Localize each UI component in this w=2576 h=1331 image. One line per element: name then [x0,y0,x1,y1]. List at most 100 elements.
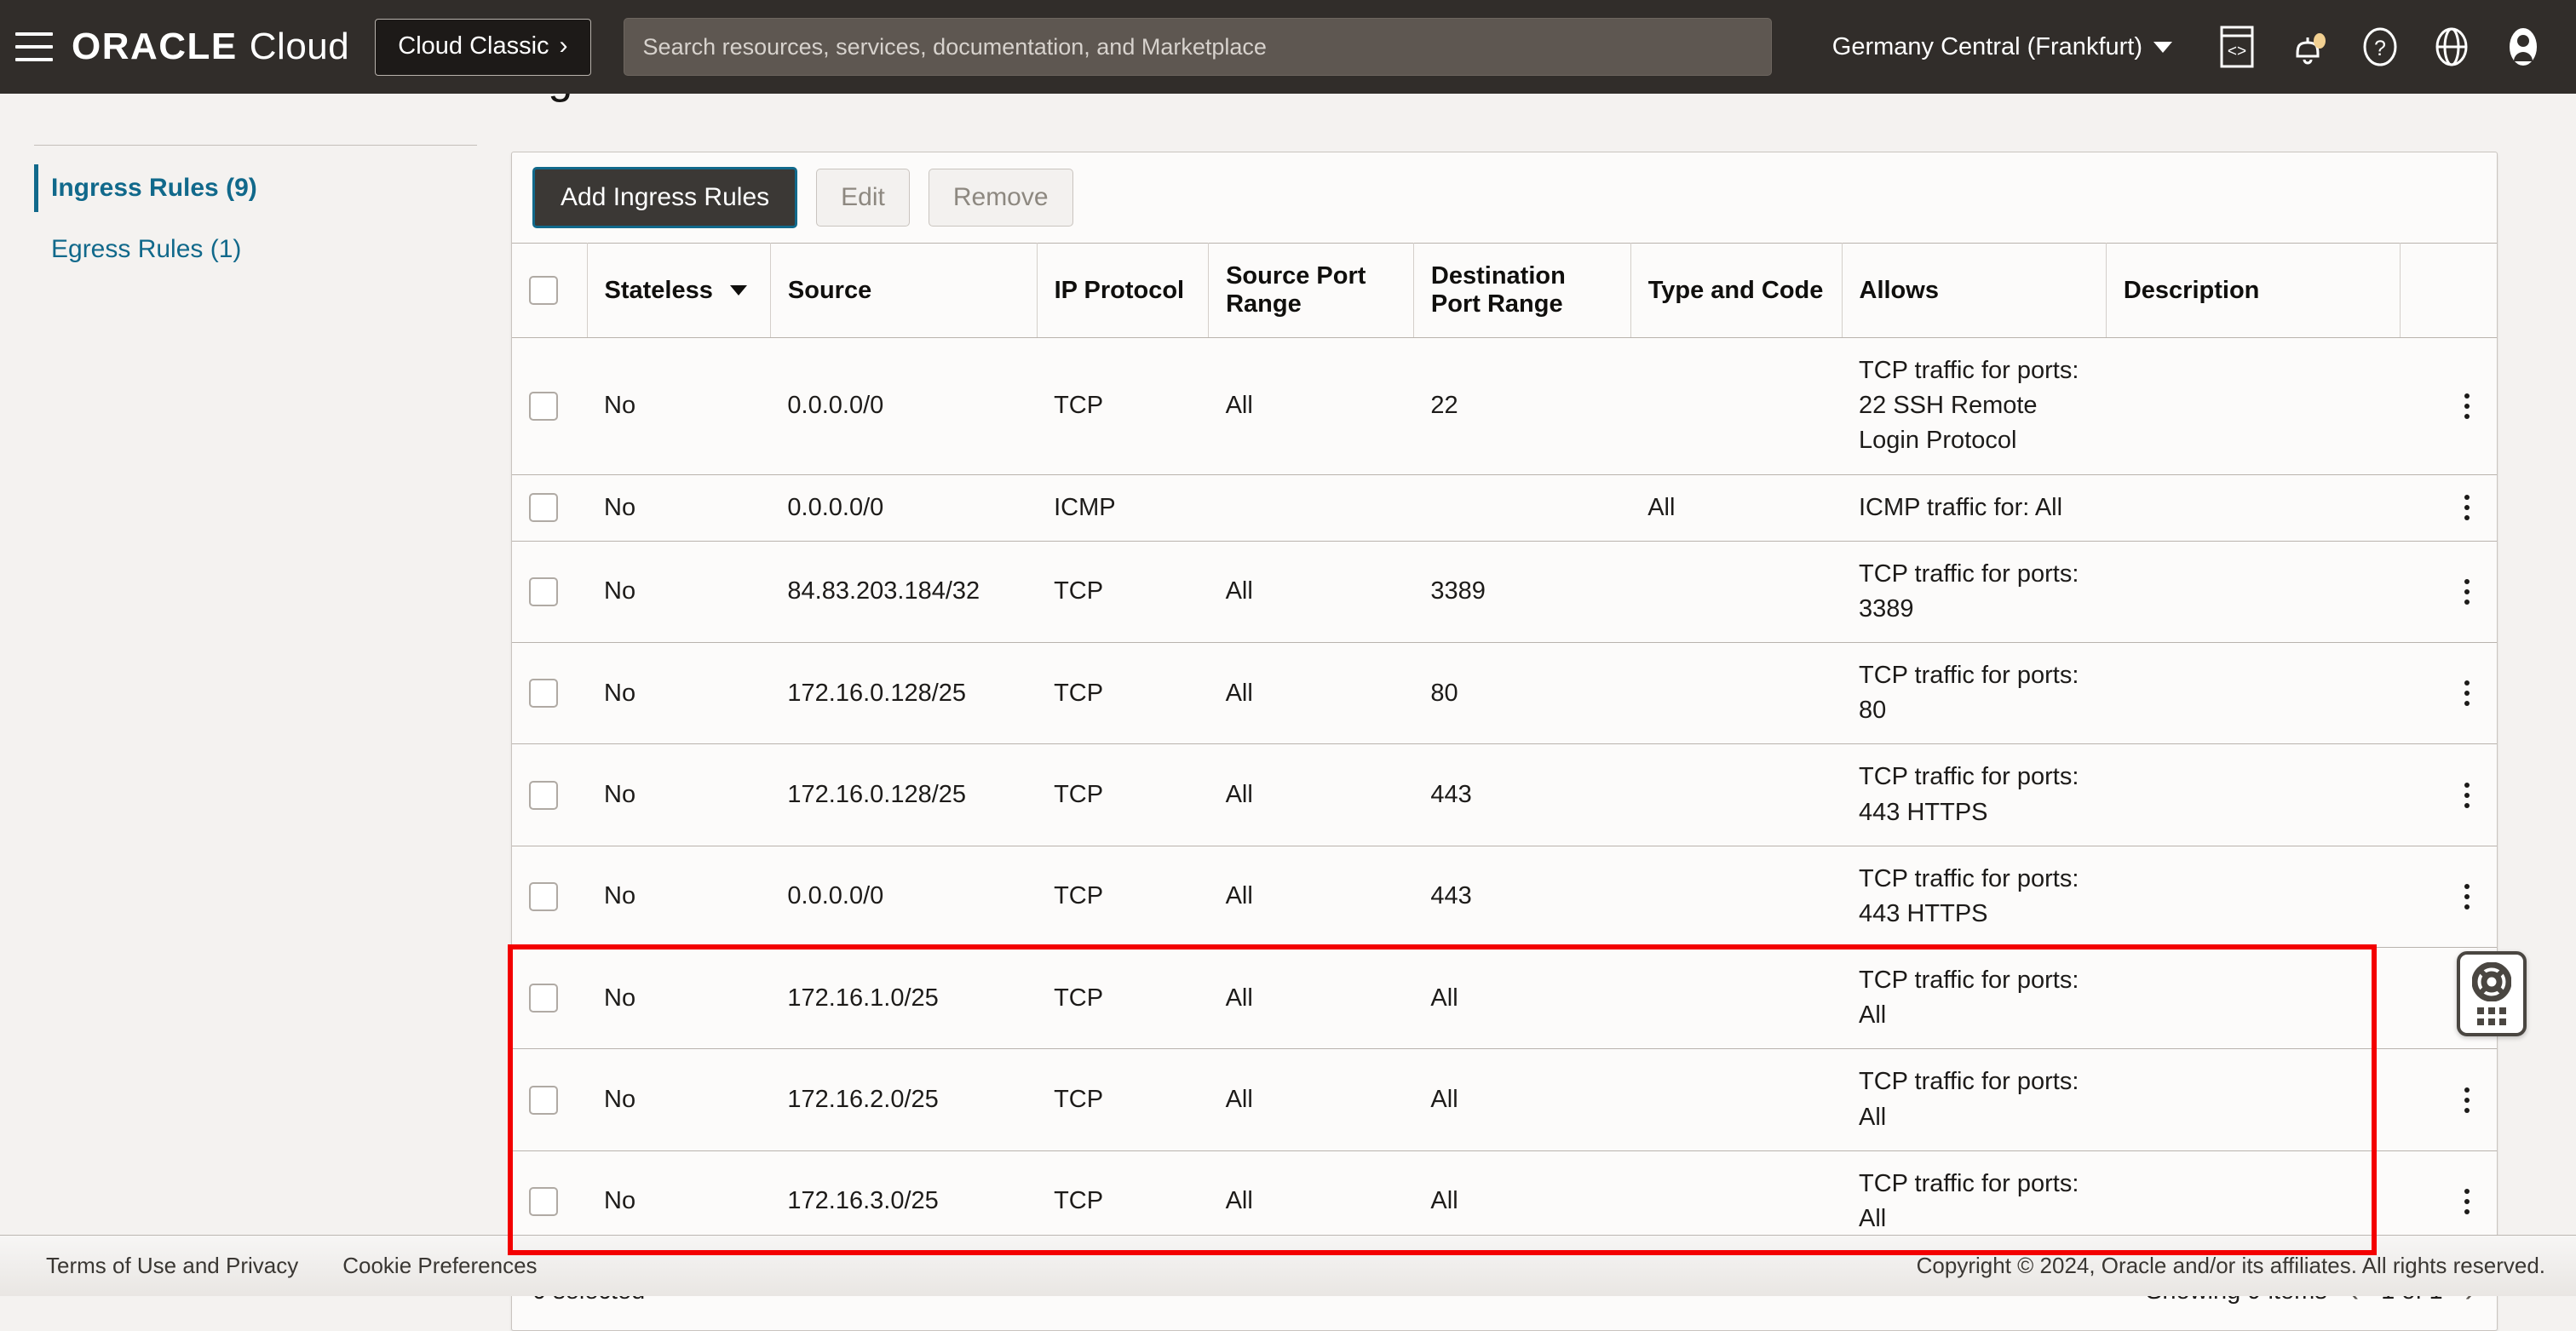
column-header-source[interactable]: Source [770,244,1037,338]
global-search-input[interactable]: Search resources, services, documentatio… [624,18,1772,76]
cell-allows: ICMP traffic for: All [1842,474,2106,541]
cell-destination-port-range: 3389 [1413,541,1630,642]
cell-source-port-range: All [1209,541,1414,642]
cell-type-and-code [1630,541,1842,642]
row-actions-cell [2400,744,2497,846]
cell-destination-port-range: All [1413,1049,1630,1150]
cell-type-and-code [1630,846,1842,947]
cell-source-port-range: All [1209,643,1414,744]
row-actions-cell [2400,1049,2497,1150]
add-ingress-rules-button[interactable]: Add Ingress Rules [532,167,797,228]
cell-stateless: No [587,338,770,475]
row-actions-menu-icon[interactable] [2454,393,2480,419]
cloud-classic-button[interactable]: Cloud Classic › [375,19,590,76]
cell-type-and-code [1630,948,1842,1049]
cell-stateless: No [587,1049,770,1150]
row-actions-menu-icon[interactable] [2454,680,2480,706]
notifications-bell-icon[interactable] [2282,20,2335,73]
table-body: No0.0.0.0/0TCPAll22TCP traffic for ports… [512,338,2497,1253]
sidebar-item-egress-rules[interactable]: Egress Rules (1) [0,226,511,273]
column-header-stateless[interactable]: Stateless [587,244,770,338]
column-header-destination-port-range[interactable]: Destination Port Range [1413,244,1630,338]
table-row[interactable]: No84.83.203.184/32TCPAll3389TCP traffic … [512,541,2497,642]
row-actions-cell [2400,474,2497,541]
user-avatar-icon[interactable] [2497,20,2550,73]
region-label: Germany Central (Frankfurt) [1832,33,2142,61]
cell-destination-port-range [1413,474,1630,541]
row-checkbox[interactable] [529,392,558,421]
chevron-down-icon [2153,42,2172,53]
sidebar-item-label: Ingress Rules (9) [34,174,257,203]
row-checkbox[interactable] [529,1187,558,1216]
page-content: Resources Ingress Rules Ingress Rules (9… [0,94,2576,1269]
brand-oracle-text: ORACLE [72,26,238,68]
column-header-actions [2400,244,2497,338]
help-question-icon[interactable]: ? [2354,20,2406,73]
row-actions-menu-icon[interactable] [2454,1189,2480,1214]
cell-type-and-code [1630,338,1842,475]
cell-source: 84.83.203.184/32 [770,541,1037,642]
row-actions-menu-icon[interactable] [2454,495,2480,520]
column-header-type-and-code[interactable]: Type and Code [1630,244,1842,338]
row-checkbox[interactable] [529,1086,558,1115]
cell-allows: TCP traffic for ports: 3389 [1842,541,2106,642]
cell-ip-protocol: TCP [1037,846,1209,947]
top-navigation-bar: ORACLE Cloud Cloud Classic › Search reso… [0,0,2576,94]
row-checkbox[interactable] [529,781,558,810]
row-actions-menu-icon[interactable] [2454,783,2480,808]
svg-text:<>: <> [2228,43,2246,60]
oracle-cloud-logo: ORACLE Cloud [72,26,349,68]
table-row[interactable]: No172.16.0.128/25TCPAll443TCP traffic fo… [512,744,2497,846]
table-row[interactable]: No0.0.0.0/0TCPAll22TCP traffic for ports… [512,338,2497,475]
row-checkbox[interactable] [529,882,558,911]
row-actions-menu-icon[interactable] [2454,579,2480,605]
column-header-ip-protocol[interactable]: IP Protocol [1037,244,1209,338]
edit-button[interactable]: Edit [816,169,910,227]
resources-sidebar: Ingress Rules (9) Egress Rules (1) [0,145,511,273]
row-checkbox[interactable] [529,679,558,708]
region-selector[interactable]: Germany Central (Frankfurt) [1832,33,2172,61]
table-header: Stateless Source IP Protocol Source Port… [512,244,2497,338]
language-globe-icon[interactable] [2425,20,2478,73]
table-row[interactable]: No0.0.0.0/0TCPAll443TCP traffic for port… [512,846,2497,947]
row-select-cell [512,338,587,475]
cell-destination-port-range: All [1413,948,1630,1049]
row-actions-menu-icon[interactable] [2454,1087,2480,1113]
cell-type-and-code [1630,1049,1842,1150]
row-select-cell [512,643,587,744]
column-header-allows[interactable]: Allows [1842,244,2106,338]
row-checkbox[interactable] [529,984,558,1013]
cookie-preferences-link[interactable]: Cookie Preferences [342,1253,537,1279]
sidebar-item-ingress-rules[interactable]: Ingress Rules (9) [0,164,511,212]
cell-ip-protocol: TCP [1037,643,1209,744]
cell-stateless: No [587,744,770,846]
help-floating-widget[interactable] [2457,951,2527,1036]
cloud-shell-icon[interactable]: <> [2211,20,2263,73]
cell-source-port-range [1209,474,1414,541]
row-checkbox[interactable] [529,493,558,522]
table-row[interactable]: No172.16.2.0/25TCPAllAllTCP traffic for … [512,1049,2497,1150]
cell-stateless: No [587,846,770,947]
column-header-description[interactable]: Description [2106,244,2400,338]
remove-button[interactable]: Remove [929,169,1073,227]
row-checkbox[interactable] [529,577,558,606]
cell-description [2106,474,2400,541]
top-nav-right-cluster: Germany Central (Frankfurt) <> ? [1832,0,2559,94]
table-row[interactable]: No0.0.0.0/0ICMPAllICMP traffic for: All [512,474,2497,541]
terms-of-use-link[interactable]: Terms of Use and Privacy [46,1253,298,1279]
select-all-checkbox[interactable] [529,276,558,305]
table-row[interactable]: No172.16.1.0/25TCPAllAllTCP traffic for … [512,948,2497,1049]
row-select-cell [512,541,587,642]
active-indicator-bar [34,164,38,212]
row-actions-cell [2400,643,2497,744]
column-header-source-port-range[interactable]: Source Port Range [1209,244,1414,338]
hamburger-menu-icon[interactable] [15,32,53,61]
cell-type-and-code [1630,643,1842,744]
table-header-row: Stateless Source IP Protocol Source Port… [512,244,2497,338]
table-row[interactable]: No172.16.0.128/25TCPAll80TCP traffic for… [512,643,2497,744]
sidebar-divider [34,145,477,146]
cell-allows: TCP traffic for ports: All [1842,1049,2106,1150]
select-all-header [512,244,587,338]
cell-source: 172.16.1.0/25 [770,948,1037,1049]
row-actions-menu-icon[interactable] [2454,884,2480,909]
